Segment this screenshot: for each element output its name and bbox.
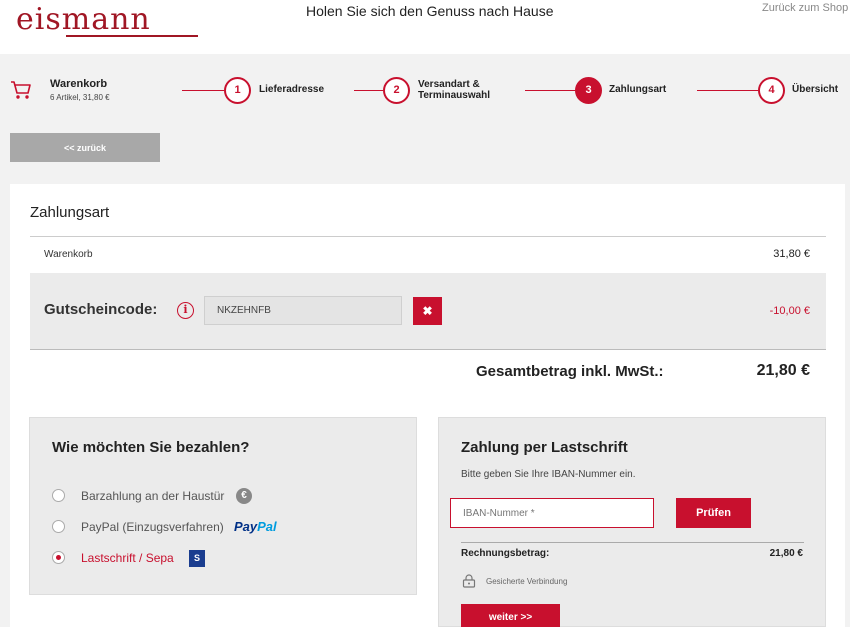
page-title: Zahlungsart [30, 204, 110, 221]
step-connector [182, 90, 224, 91]
tagline: Holen Sie sich den Genuss nach Hause [306, 3, 554, 19]
radio-sepa[interactable] [52, 551, 65, 564]
paypal-logo: PayPal [234, 519, 277, 534]
cart-icon[interactable] [10, 79, 32, 101]
direct-debit-title: Zahlung per Lastschrift [461, 439, 628, 456]
paypal-logo-part2: Pal [257, 519, 277, 534]
step-4-circle: 4 [758, 77, 785, 104]
step-connector [354, 90, 383, 91]
invoice-label: Rechnungsbetrag: [461, 548, 550, 559]
sepa-icon: S [189, 550, 205, 567]
step-2-label[interactable]: Versandart & Terminauswahl [418, 79, 490, 101]
cart-amount: 31,80 € [773, 248, 810, 260]
step-connector [697, 90, 758, 91]
iban-input[interactable] [450, 498, 654, 528]
paypal-logo-part1: Pay [234, 519, 258, 534]
payment-panel: Zahlungsart Warenkorb 31,80 € Gutscheinc… [10, 184, 845, 627]
divider [30, 236, 826, 237]
logo-underline [66, 35, 198, 37]
radio-cash[interactable] [52, 489, 65, 502]
coupon-input[interactable] [204, 296, 402, 325]
cart-label: Warenkorb [44, 249, 93, 260]
back-button[interactable]: << zurück [10, 133, 160, 162]
cart-step-title[interactable]: Warenkorb [50, 78, 107, 90]
eismann-logo[interactable]: eismann [16, 2, 151, 37]
total-label: Gesamtbetrag inkl. MwSt.: [476, 363, 664, 380]
step-1-circle[interactable]: 1 [224, 77, 251, 104]
discount-amount: -10,00 € [769, 305, 810, 317]
back-to-shop-link[interactable]: Zurück zum Shop [762, 2, 848, 14]
payment-method-box: Wie möchten Sie bezahlen? Barzahlung an … [29, 417, 417, 595]
total-amount: 21,80 € [756, 362, 810, 379]
secure-connection-text: Gesicherte Verbindung [486, 577, 568, 586]
radio-paypal[interactable] [52, 520, 65, 533]
coupon-section: Gutscheincode: i ✖ -10,00 € [30, 273, 826, 350]
step-3-label: Zahlungsart [609, 84, 667, 95]
invoice-amount: 21,80 € [769, 548, 803, 559]
step-1-label[interactable]: Lieferadresse [259, 84, 324, 95]
step-3-circle: 3 [575, 77, 602, 104]
payment-method-title: Wie möchten Sie bezahlen? [52, 439, 250, 456]
remove-coupon-button[interactable]: ✖ [413, 297, 442, 325]
option-sepa-label[interactable]: Lastschrift / Sepa [81, 551, 174, 565]
divider [461, 542, 804, 543]
option-paypal-label[interactable]: PayPal (Einzugsverfahren) [81, 520, 224, 534]
cart-summary: 6 Artikel, 31,80 € [50, 93, 110, 102]
info-icon[interactable]: i [177, 302, 194, 319]
step-4-label: Übersicht [792, 84, 839, 95]
step-connector [525, 90, 575, 91]
close-icon: ✖ [422, 304, 433, 318]
direct-debit-box: Zahlung per Lastschrift Bitte geben Sie … [438, 417, 826, 627]
step-2-circle[interactable]: 2 [383, 77, 410, 104]
lock-icon [462, 574, 476, 588]
step-2-label-line1: Versandart & [418, 79, 480, 90]
euro-icon: € [236, 488, 252, 504]
option-cash-label[interactable]: Barzahlung an der Haustür [81, 489, 224, 503]
coupon-label: Gutscheincode: [44, 301, 158, 318]
step-2-label-line2: Terminauswahl [418, 90, 491, 101]
header: eismann Holen Sie sich den Genuss nach H… [0, 0, 850, 54]
check-iban-button[interactable]: Prüfen [676, 498, 751, 528]
iban-hint: Bitte geben Sie Ihre IBAN-Nummer ein. [461, 469, 636, 480]
next-button[interactable]: weiter >> [461, 604, 560, 627]
